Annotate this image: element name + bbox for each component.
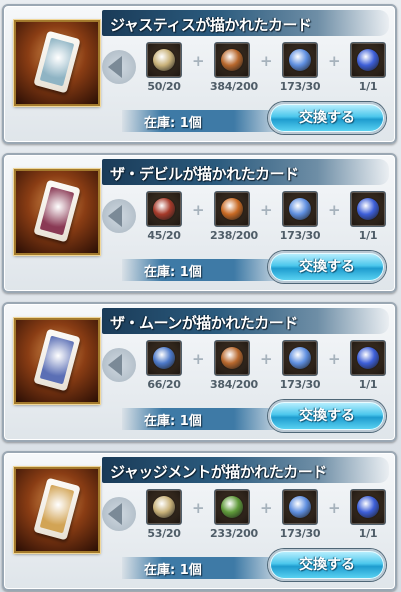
material-item[interactable]: 66/20 [142,340,186,391]
required-materials: 50/20 384/200 173/30 1/1 + + + [142,42,390,100]
plus-icon: + [192,52,205,70]
material-item[interactable]: 1/1 [346,489,390,540]
material-count: 173/30 [279,80,321,93]
material-count: 173/30 [279,527,321,540]
stock-label: 在庫: 1個 [144,563,202,578]
exchange-card: ザ・ムーンが描かれたカード 66/20 384/200 173/30 1/1 +… [2,302,397,442]
green-emblem-icon [214,489,250,525]
plus-icon: + [328,52,341,70]
tarot-card-icon [33,328,81,392]
blue-orb-icon [350,42,386,78]
plus-icon: + [260,52,273,70]
exchange-card: ザ・デビルが描かれたカード 45/20 238/200 173/30 1/1 +… [2,153,397,293]
card-title: ジャスティスが描かれたカード [110,16,312,34]
reward-item[interactable] [14,318,100,404]
red-gold-emblem-icon [214,42,250,78]
material-count: 173/30 [279,378,321,391]
material-count: 45/20 [147,229,181,242]
reward-item[interactable] [14,467,100,553]
stock-label: 在庫: 1個 [144,265,202,280]
reward-item[interactable] [14,20,100,106]
material-count: 384/200 [210,80,258,93]
material-count: 1/1 [358,378,378,391]
exchange-button[interactable]: 交換する [268,102,386,134]
exchange-button[interactable]: 交換する [268,400,386,432]
blue-gold-emblem-icon [146,340,182,376]
plus-icon: + [192,201,205,219]
left-arrow-icon [108,503,122,525]
blue-crystal-icon [282,489,318,525]
stock-label: 在庫: 1個 [144,116,202,131]
material-item[interactable]: 233/200 [210,489,258,540]
blue-crystal-icon [282,42,318,78]
plus-icon: + [192,499,205,517]
card-title: ジャッジメントが描かれたカード [110,463,327,481]
plus-icon: + [328,499,341,517]
material-item[interactable]: 45/20 [142,191,186,242]
material-item[interactable]: 1/1 [346,191,390,242]
plus-icon: + [192,350,205,368]
blue-crystal-icon [282,191,318,227]
blue-orb-icon [350,191,386,227]
card-title: ザ・ムーンが描かれたカード [110,314,298,332]
material-item[interactable]: 50/20 [142,42,186,93]
material-count: 53/20 [147,527,181,540]
crimson-emblem-icon [146,191,182,227]
card-title: ザ・デビルが描かれたカード [110,165,299,183]
required-materials: 53/20 233/200 173/30 1/1 + + + [142,489,390,547]
material-item[interactable]: 53/20 [142,489,186,540]
tarot-card-icon [33,30,81,94]
blue-orb-icon [350,340,386,376]
orange-gold-emblem-icon [214,191,250,227]
material-count: 1/1 [358,229,378,242]
material-count: 173/30 [279,229,321,242]
material-count: 233/200 [210,527,258,540]
bronze-clock-emblem-icon [146,42,182,78]
material-count: 384/200 [210,378,258,391]
material-item[interactable]: 238/200 [210,191,258,242]
material-item[interactable]: 384/200 [210,42,258,93]
plus-icon: + [328,201,341,219]
material-item[interactable]: 173/30 [278,489,322,540]
exchange-card: ジャスティスが描かれたカード 50/20 384/200 173/30 1/1 … [2,4,397,144]
material-item[interactable]: 384/200 [210,340,258,391]
bronze-clock-emblem-icon [146,489,182,525]
exchange-button[interactable]: 交換する [268,549,386,581]
exchange-card: ジャッジメントが描かれたカード 53/20 233/200 173/30 1/1… [2,451,397,591]
material-count: 1/1 [358,80,378,93]
material-item[interactable]: 173/30 [278,42,322,93]
exchange-list: ジャスティスが描かれたカード 50/20 384/200 173/30 1/1 … [0,0,401,592]
material-item[interactable]: 1/1 [346,42,390,93]
left-arrow-icon [108,56,122,78]
material-count: 1/1 [358,527,378,540]
material-count: 66/20 [147,378,181,391]
left-arrow-icon [108,205,122,227]
red-gold-emblem-icon [214,340,250,376]
required-materials: 66/20 384/200 173/30 1/1 + + + [142,340,390,398]
blue-orb-icon [350,489,386,525]
material-count: 238/200 [210,229,258,242]
material-count: 50/20 [147,80,181,93]
left-arrow-icon [108,354,122,376]
reward-item[interactable] [14,169,100,255]
required-materials: 45/20 238/200 173/30 1/1 + + + [142,191,390,249]
stock-label: 在庫: 1個 [144,414,202,429]
material-item[interactable]: 173/30 [278,191,322,242]
plus-icon: + [260,499,273,517]
exchange-button[interactable]: 交換する [268,251,386,283]
blue-crystal-icon [282,340,318,376]
material-item[interactable]: 173/30 [278,340,322,391]
plus-icon: + [260,350,273,368]
plus-icon: + [260,201,273,219]
plus-icon: + [328,350,341,368]
tarot-card-icon [33,179,81,243]
material-item[interactable]: 1/1 [346,340,390,391]
tarot-card-icon [33,477,81,541]
